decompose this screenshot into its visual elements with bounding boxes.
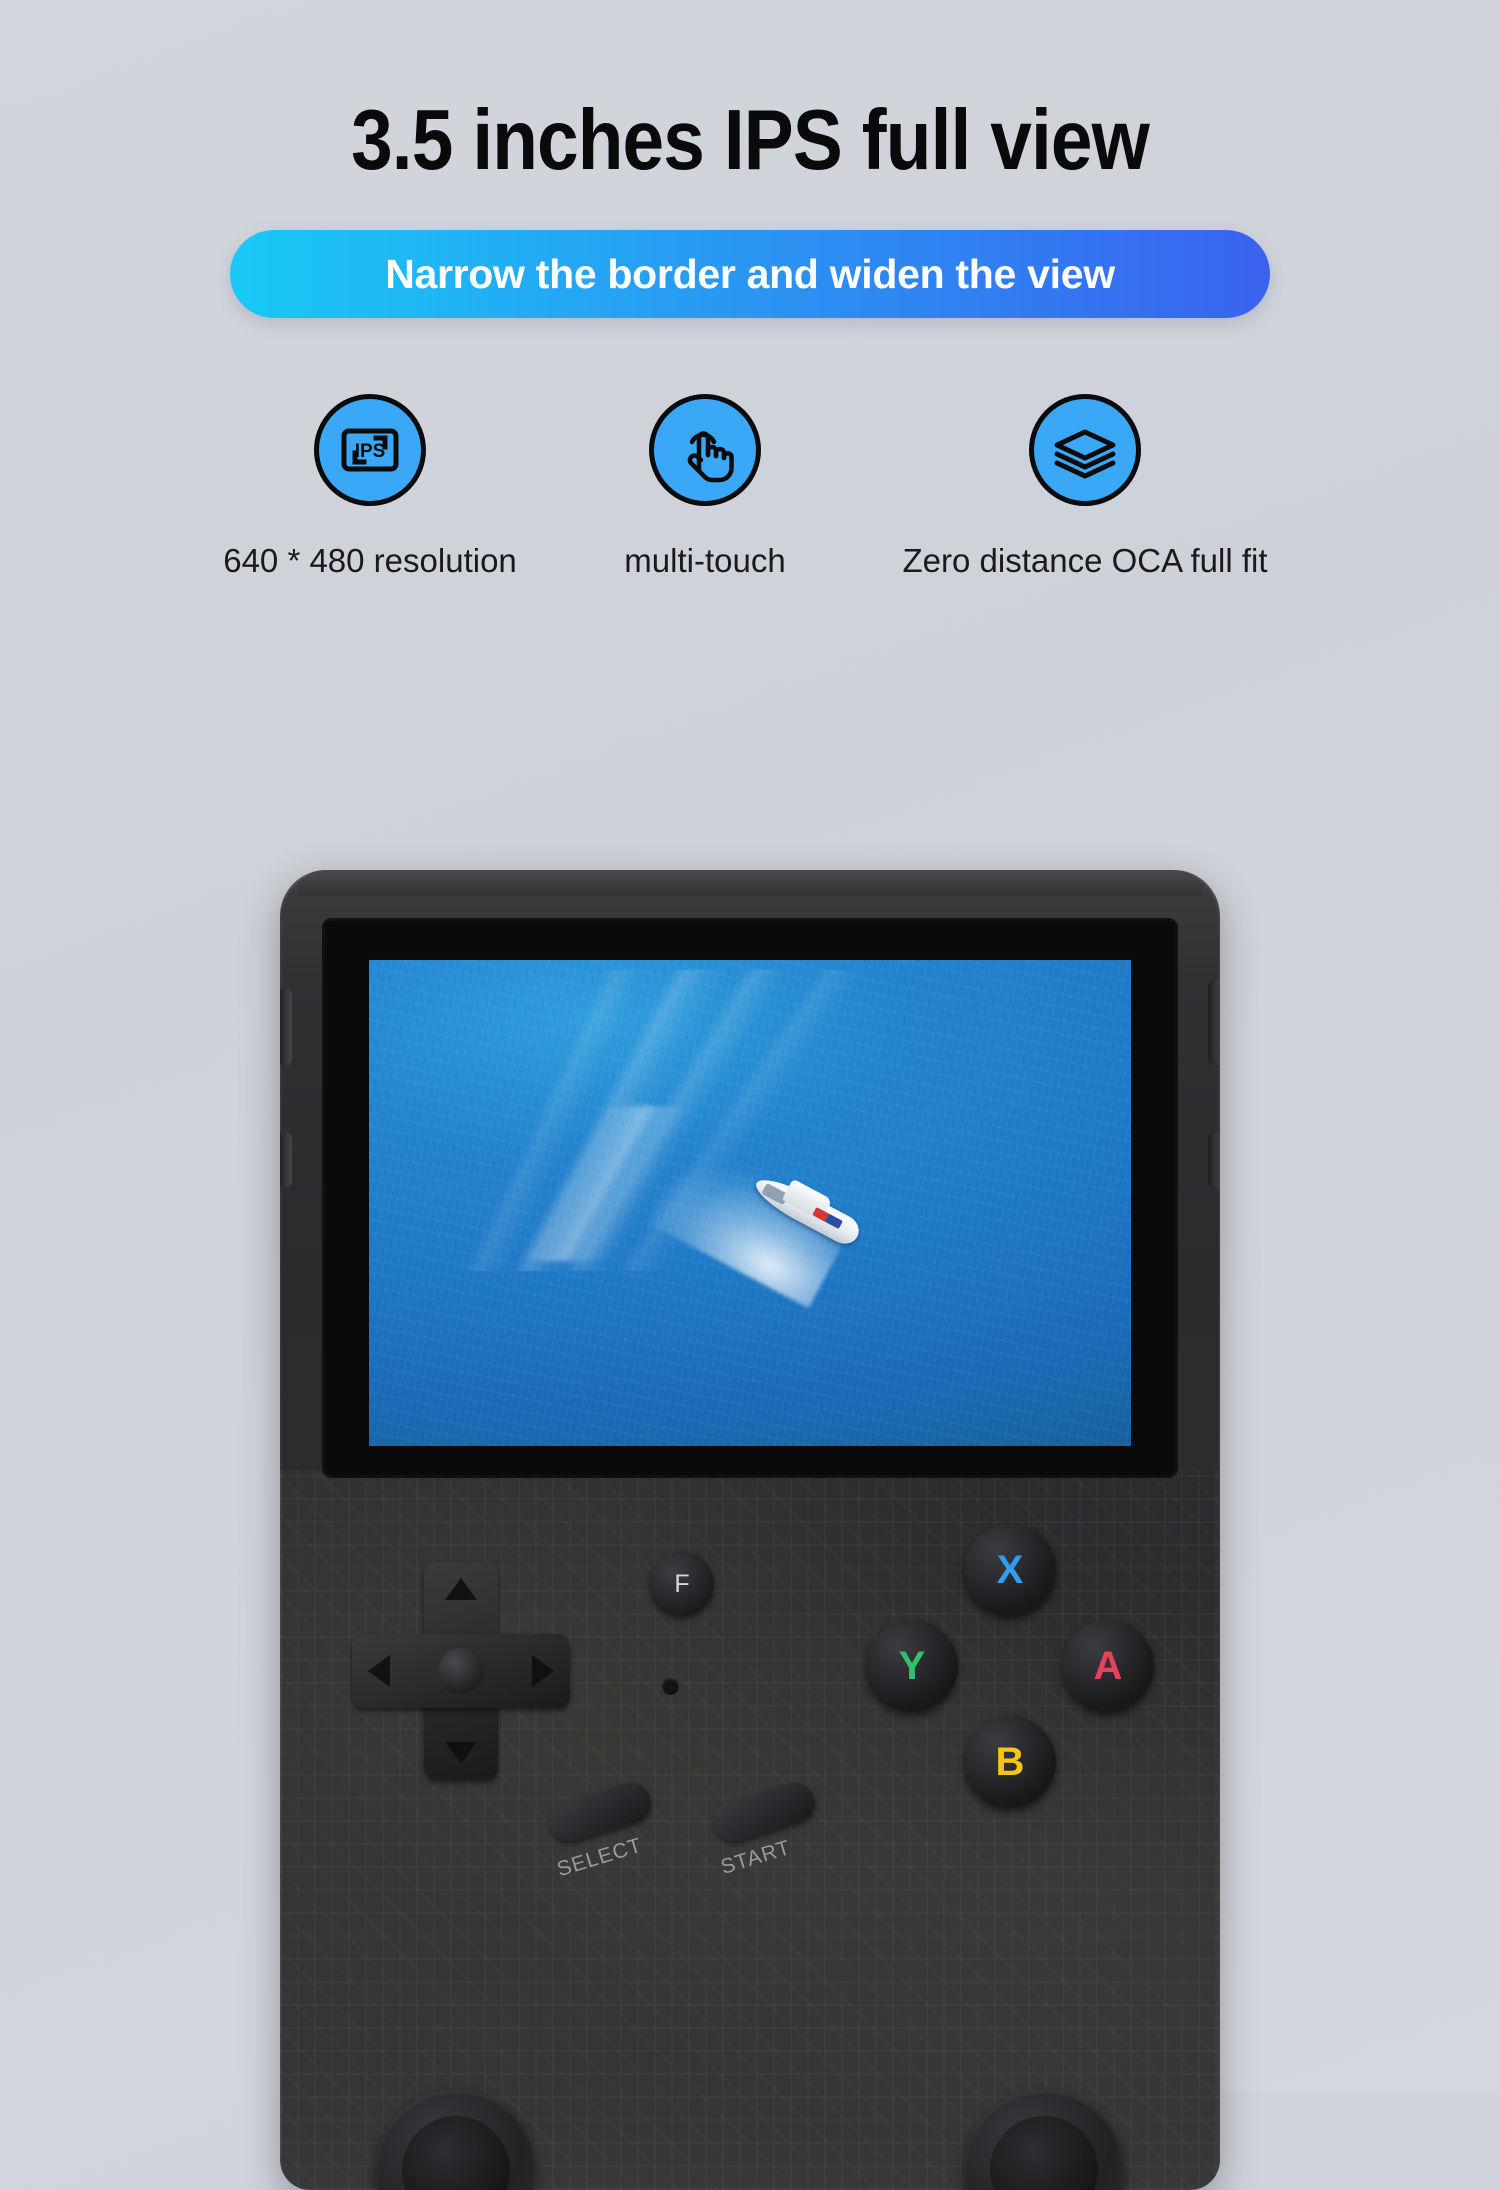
dpad-left-arrow-icon[interactable] xyxy=(368,1655,390,1687)
button-a[interactable]: A xyxy=(1062,1620,1154,1712)
svg-text:IPS: IPS xyxy=(355,441,386,462)
device-area: F X Y A B SELECT START xyxy=(0,870,1500,2190)
start-button[interactable] xyxy=(708,1777,820,1847)
subtitle-banner: Narrow the border and widen the view xyxy=(230,230,1270,318)
shoulder-button-left-1[interactable] xyxy=(280,988,292,1066)
feature-item-multitouch: multi-touch xyxy=(540,394,870,580)
feature-label-multitouch: multi-touch xyxy=(624,542,786,579)
device-screen[interactable] xyxy=(369,960,1131,1446)
ips-display-icon: IPS xyxy=(314,394,426,506)
shoulder-button-right-2[interactable] xyxy=(1208,1132,1220,1188)
feature-label-resolution: 640 * 480 resolution xyxy=(223,542,517,579)
analog-stick-right[interactable] xyxy=(964,2090,1124,2190)
dpad[interactable] xyxy=(352,1562,570,1780)
reset-pinhole[interactable] xyxy=(662,1678,679,1695)
analog-stick-left[interactable] xyxy=(376,2090,536,2190)
dpad-up-arrow-icon[interactable] xyxy=(445,1578,477,1600)
top-shoulder-strip xyxy=(298,870,1202,896)
feature-label-oca: Zero distance OCA full fit xyxy=(902,542,1268,579)
page-title: 3.5 inches IPS full view xyxy=(351,93,1150,188)
feature-item-oca: Zero distance OCA full fit xyxy=(870,394,1300,580)
function-button[interactable]: F xyxy=(650,1552,714,1616)
face-button-cluster: X Y A B xyxy=(860,1524,1160,1824)
shoulder-button-right-1[interactable] xyxy=(1208,980,1220,1066)
layers-stack-icon xyxy=(1029,394,1141,506)
screen-bezel xyxy=(322,918,1178,1478)
select-start-group: SELECT START xyxy=(544,1777,908,1912)
handheld-game-console: F X Y A B SELECT START xyxy=(280,870,1220,2190)
control-panel: F X Y A B SELECT START xyxy=(280,1490,1220,2190)
dpad-right-arrow-icon[interactable] xyxy=(532,1655,554,1687)
start-button-label: START xyxy=(718,1836,794,1880)
dpad-center-hub[interactable] xyxy=(438,1648,484,1694)
button-y[interactable]: Y xyxy=(866,1620,958,1712)
dpad-down-arrow-icon[interactable] xyxy=(445,1742,477,1764)
touch-hand-icon xyxy=(649,394,761,506)
button-b[interactable]: B xyxy=(964,1716,1056,1808)
shoulder-button-left-2[interactable] xyxy=(280,1132,292,1188)
subtitle-banner-wrap: Narrow the border and widen the view xyxy=(0,230,1500,318)
button-x[interactable]: X xyxy=(964,1524,1056,1616)
feature-list: IPS 640 * 480 resolution multi-touch Zer… xyxy=(0,394,1500,580)
feature-item-resolution: IPS 640 * 480 resolution xyxy=(200,394,540,580)
